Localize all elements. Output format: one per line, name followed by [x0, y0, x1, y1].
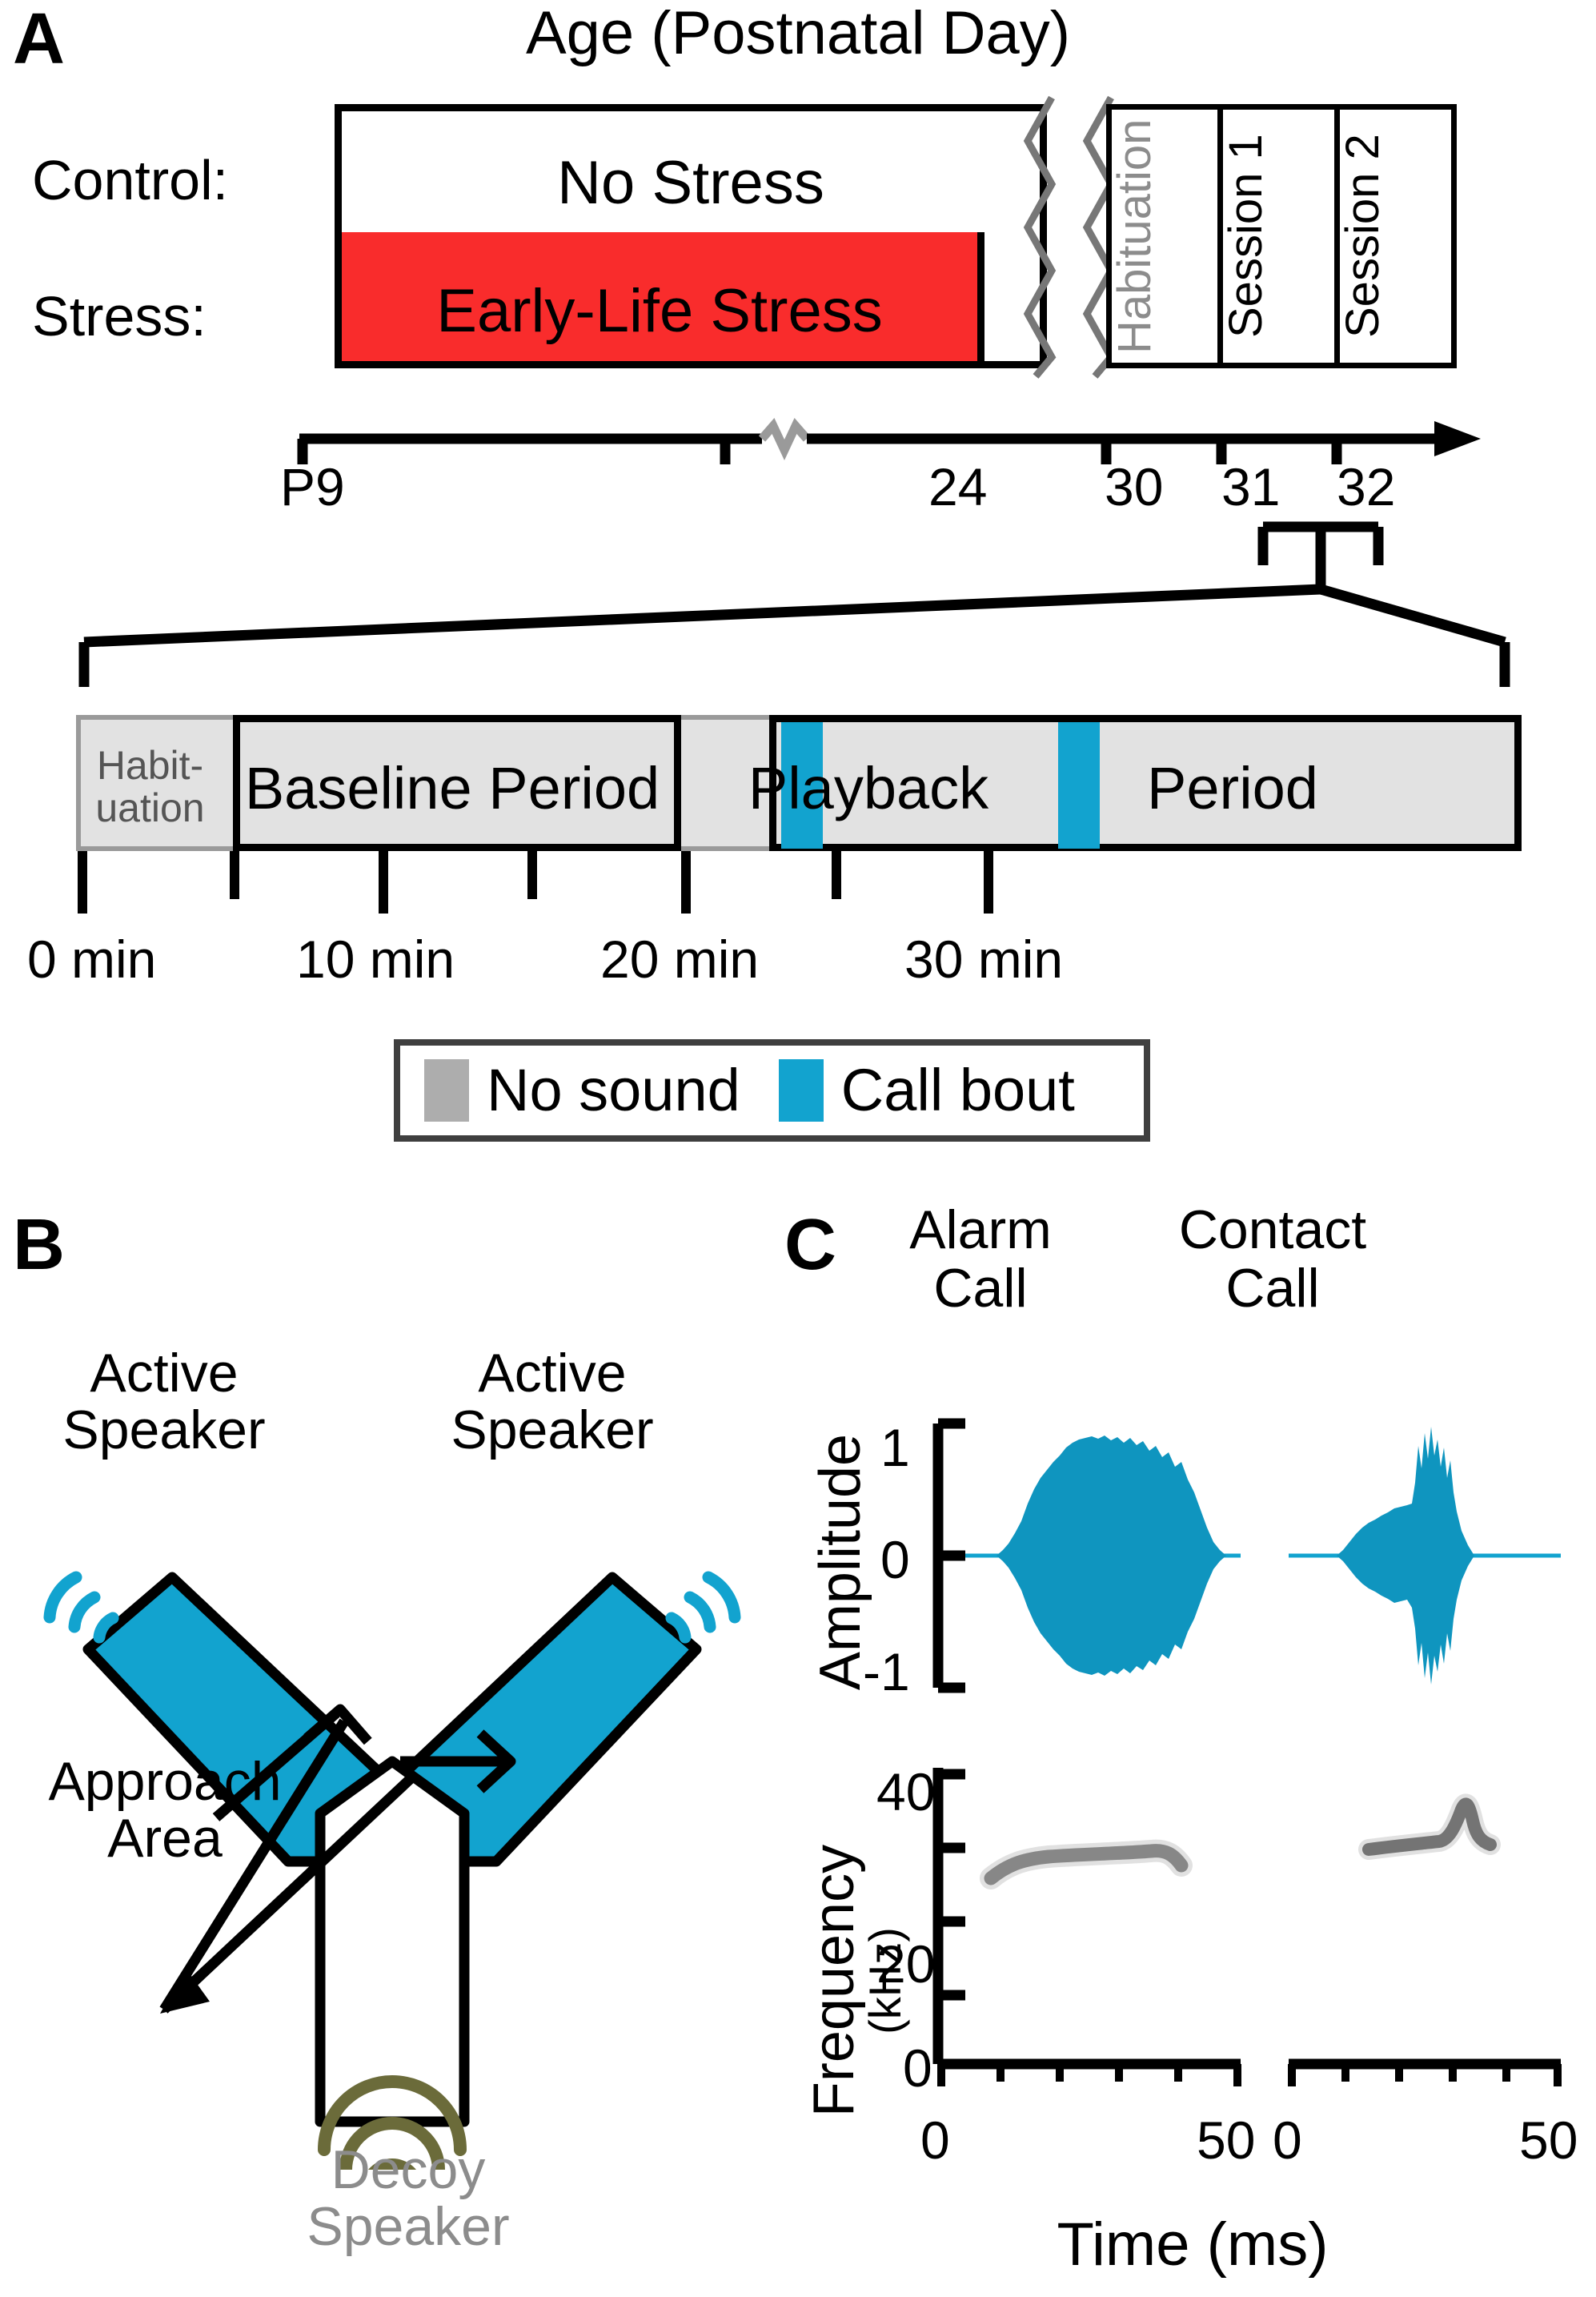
habituation-period-label: Habit- uation [80, 745, 220, 829]
age-axis [297, 418, 1481, 464]
habituation-line-1: Habit- [96, 743, 204, 788]
contact-call-line-2: Call [1225, 1258, 1320, 1319]
time-tick-right-0: 0 [1273, 2110, 1302, 2170]
alarm-call-header: Alarm Call [852, 1199, 1109, 1319]
amplitude-tick-1: 1 [880, 1418, 910, 1477]
habituation-box-label: Habituation [1109, 118, 1161, 354]
age-tick-31: 31 [1221, 457, 1281, 516]
legend-label-call-bout: Call bout [840, 1057, 1075, 1123]
legend: No sound Call bout [394, 1039, 1150, 1142]
time-tick-right-50: 50 [1519, 2110, 1578, 2170]
minute-tick-20: 20 min [600, 930, 760, 989]
speaker-wave-icon-left [43, 1571, 119, 1644]
active-speaker-right-label: Active Speaker [416, 1343, 688, 1460]
panel-a-title: Age (Postnatal Day) [525, 0, 1071, 67]
waveform-plots [932, 1418, 1561, 1693]
decoy-arm [315, 1756, 470, 2127]
speaker-wave-icon-right [665, 1571, 741, 1644]
panel-a: A Age (Postnatal Day) Control: Stress: N… [0, 0, 1596, 1169]
decoy-speaker-label: Decoy Speaker [240, 2139, 576, 2258]
contact-call-x-axis [1288, 2058, 1562, 2086]
session-1-box[interactable]: Session 1 [1220, 104, 1340, 368]
approach-area-line-1: Approach [48, 1751, 282, 1812]
baseline-period-label: Baseline Period [244, 755, 660, 821]
active-speaker-left-line-1: Active [90, 1343, 239, 1403]
session-2-box[interactable]: Session 2 [1337, 104, 1457, 368]
contact-call-line-1: Contact [1178, 1199, 1367, 1260]
alarm-call-x-axis [937, 2058, 1241, 2086]
approach-area-line-2: Area [107, 1808, 223, 1869]
active-speaker-right-line-1: Active [478, 1343, 627, 1403]
no-stress-bar-label: No Stress [557, 149, 824, 217]
habituation-line-2: uation [95, 785, 205, 830]
minute-axis-ticks [78, 851, 993, 914]
session-boxes-group: Habituation Session 1 Session 2 [1106, 104, 1457, 368]
minute-tick-30: 30 min [904, 930, 1064, 989]
legend-swatch-no-sound [424, 1059, 469, 1122]
time-tick-left-0: 0 [920, 2110, 950, 2170]
amplitude-tick-neg1: -1 [863, 1642, 910, 1701]
playback-label: Playback [748, 755, 989, 821]
legend-label-no-sound: No sound [487, 1057, 740, 1123]
panel-c-letter: C [784, 1205, 836, 1285]
alarm-call-line-2: Call [933, 1258, 1028, 1319]
decoy-speaker-line-2: Speaker [307, 2196, 510, 2258]
age-tick-p9: P9 [280, 457, 345, 516]
spectrogram-plots [932, 1768, 1562, 2086]
legend-swatch-call-bout [778, 1059, 824, 1122]
approach-area-label: Approach Area [0, 1753, 333, 1868]
habituation-box[interactable]: Habituation [1106, 104, 1223, 368]
session-2-box-label: Session 2 [1337, 134, 1389, 339]
alarm-call-spectrogram-halo [980, 1839, 1193, 1889]
contact-call-header: Contact Call [1129, 1199, 1417, 1319]
active-speaker-left-label: Active Speaker [28, 1343, 300, 1460]
time-tick-left-50: 50 [1197, 2110, 1256, 2170]
panel-b: B Active Speaker Active Speaker Approach… [0, 1185, 784, 2297]
panel-c: C Alarm Call Contact Call Amplitude 1 0 … [768, 1185, 1596, 2297]
age-tick-32: 32 [1337, 457, 1396, 516]
minute-tick-0: 0 min [27, 930, 157, 989]
time-axis-label: Time (ms) [1057, 2211, 1329, 2279]
minute-tick-10: 10 min [296, 930, 455, 989]
early-life-stress-bar-label: Early-Life Stress [436, 277, 883, 345]
decoy-speaker-line-1: Decoy [331, 2139, 486, 2200]
zoom-connector [78, 521, 1510, 687]
frequency-axis-main: Frequency [802, 1844, 866, 2118]
session-1-box-label: Session 1 [1220, 134, 1272, 339]
amplitude-tick-0: 0 [880, 1530, 910, 1589]
age-tick-24: 24 [928, 457, 988, 516]
contact-call-waveform [1289, 1427, 1561, 1685]
alarm-call-waveform [965, 1436, 1241, 1676]
age-tick-30: 30 [1105, 457, 1164, 516]
period-label: Period [1147, 755, 1318, 821]
control-group-label: Control: [32, 149, 229, 211]
alarm-call-line-1: Alarm [909, 1199, 1052, 1260]
panel-b-letter: B [13, 1205, 65, 1285]
stress-group-label: Stress: [32, 285, 207, 347]
